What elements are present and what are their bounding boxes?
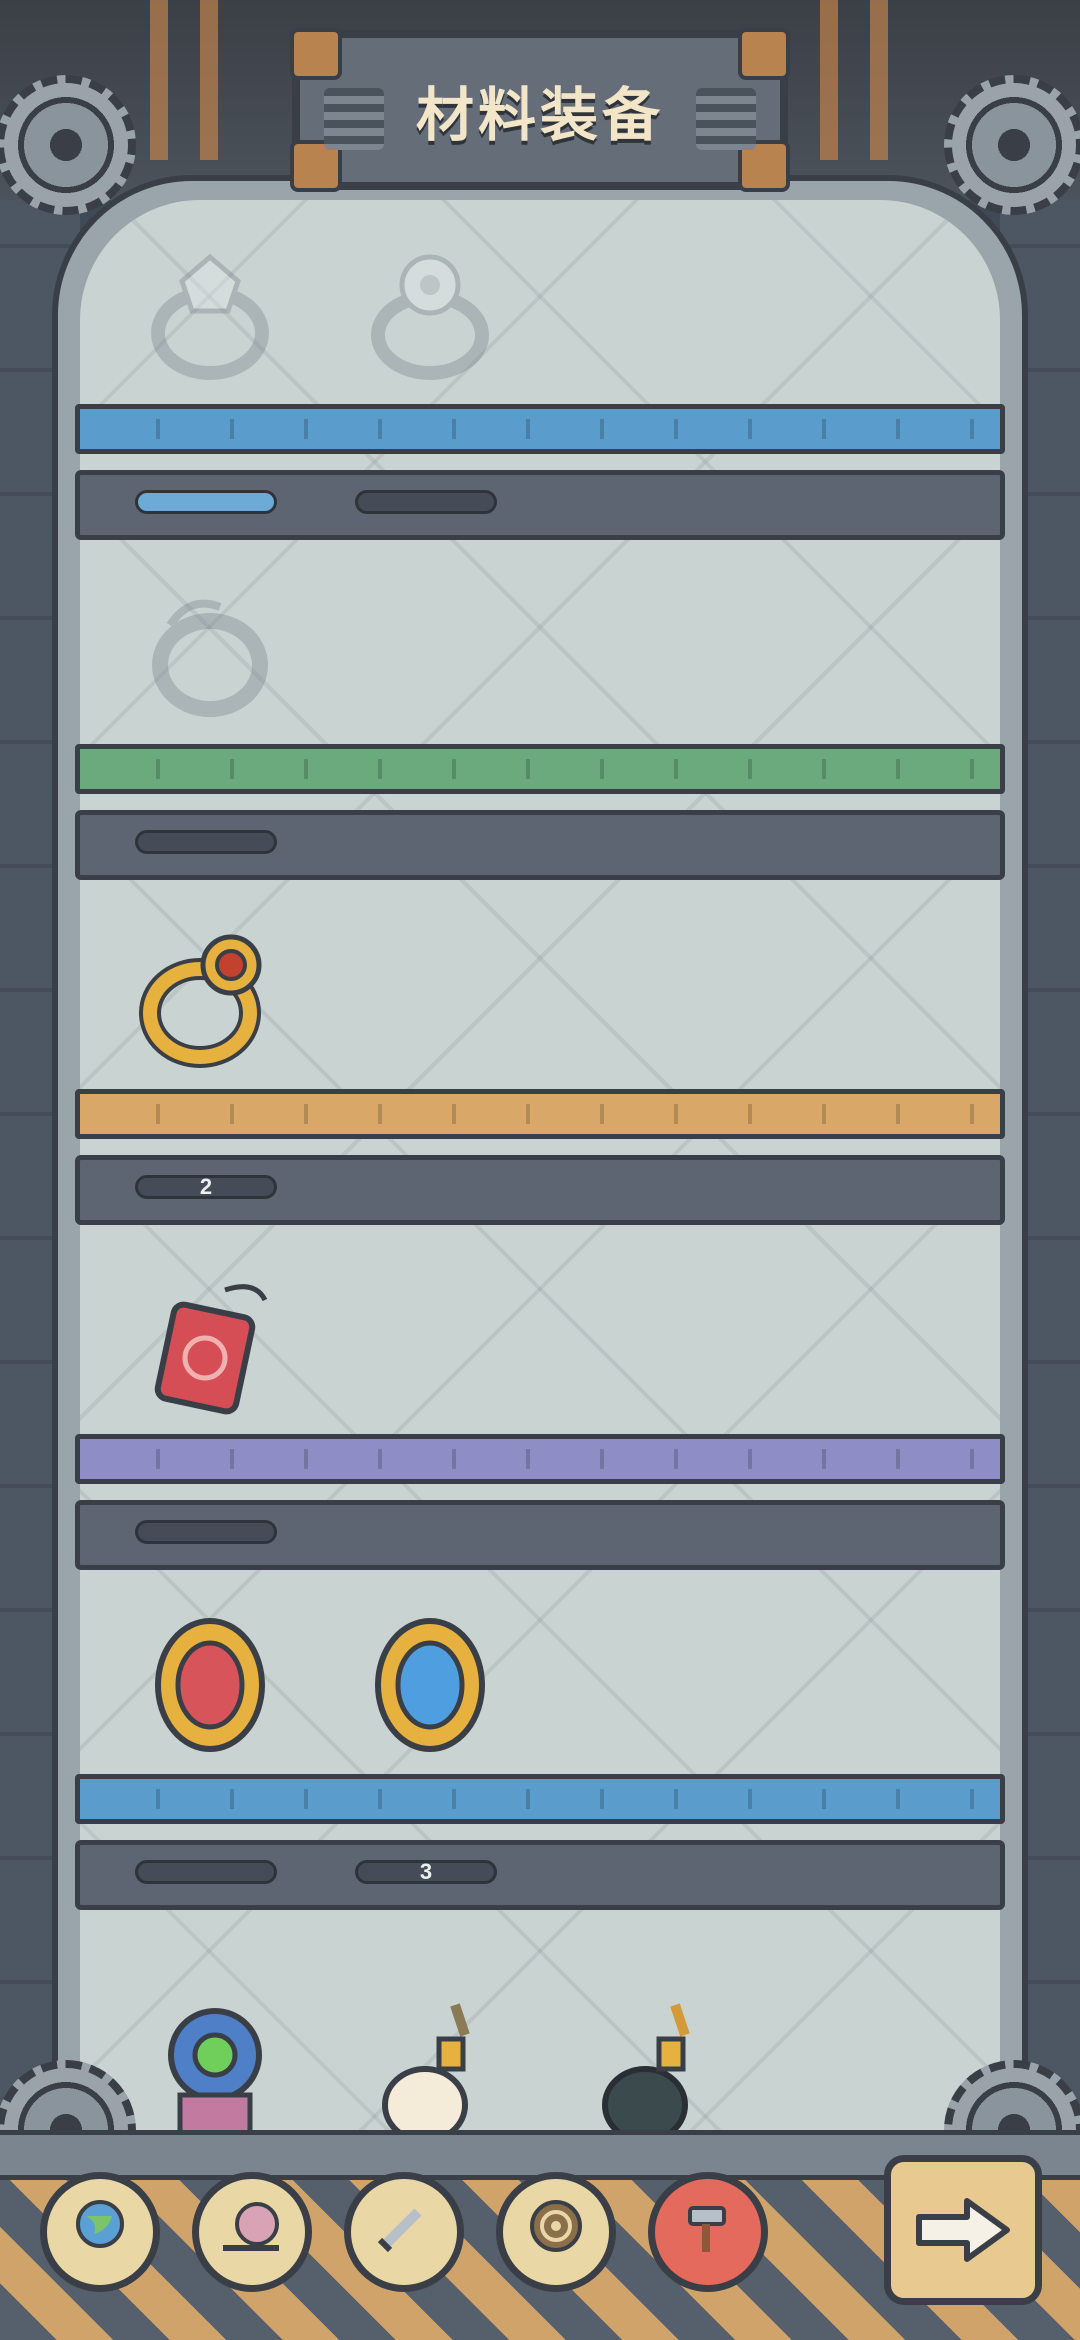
sword-icon [372, 2194, 436, 2271]
blue-mirror-icon[interactable] [355, 1610, 505, 1760]
progress-gauge [135, 490, 277, 514]
dark-pearl-pendant-icon[interactable] [575, 1995, 725, 2145]
shelf [75, 253, 1005, 610]
arrow-right-icon [916, 2198, 1010, 2262]
gear-icon [0, 75, 136, 215]
shelf-band [75, 1434, 1005, 1484]
ruby-ring-icon[interactable] [135, 925, 285, 1075]
claw-ring-icon[interactable] [135, 580, 285, 730]
progress-gauge [135, 1860, 277, 1884]
progress-gauge: 3 [355, 1860, 497, 1884]
pearl-pendant-icon[interactable] [355, 1995, 505, 2145]
spiral-icon [524, 2194, 588, 2271]
nav-snail-button[interactable] [192, 2172, 312, 2292]
progress-gauge [355, 490, 497, 514]
snail-icon [217, 2194, 287, 2271]
nav-sword-button[interactable] [344, 2172, 464, 2292]
title-plate: 材料装备 [290, 28, 790, 192]
hammer-icon [676, 2194, 740, 2271]
shelf: 3 [75, 1618, 1005, 1980]
gear-icon [944, 75, 1080, 215]
shelf [75, 599, 1005, 950]
flower-ring-icon[interactable] [355, 240, 505, 390]
shelf-band [75, 404, 1005, 454]
nav-hammer-button[interactable] [648, 2172, 768, 2292]
red-amulet-icon[interactable] [135, 1270, 285, 1420]
nav-globe-button[interactable] [40, 2172, 160, 2292]
shelf-band [75, 1089, 1005, 1139]
shelf-band [75, 1774, 1005, 1824]
shelf [75, 1284, 1005, 1640]
page-title: 材料装备 [415, 83, 664, 148]
nav-spiral-button[interactable] [496, 2172, 616, 2292]
next-button[interactable] [884, 2155, 1042, 2305]
crystal-ring-icon[interactable] [135, 240, 285, 390]
progress-gauge [135, 1520, 277, 1544]
shelf: 2 [75, 934, 1005, 1295]
progress-gauge [135, 830, 277, 854]
flower-gem-ring-icon[interactable] [140, 1995, 290, 2145]
globe-icon [68, 2194, 132, 2271]
progress-gauge: 2 [135, 1175, 277, 1199]
shelf-band [75, 744, 1005, 794]
red-mirror-icon[interactable] [135, 1610, 285, 1760]
